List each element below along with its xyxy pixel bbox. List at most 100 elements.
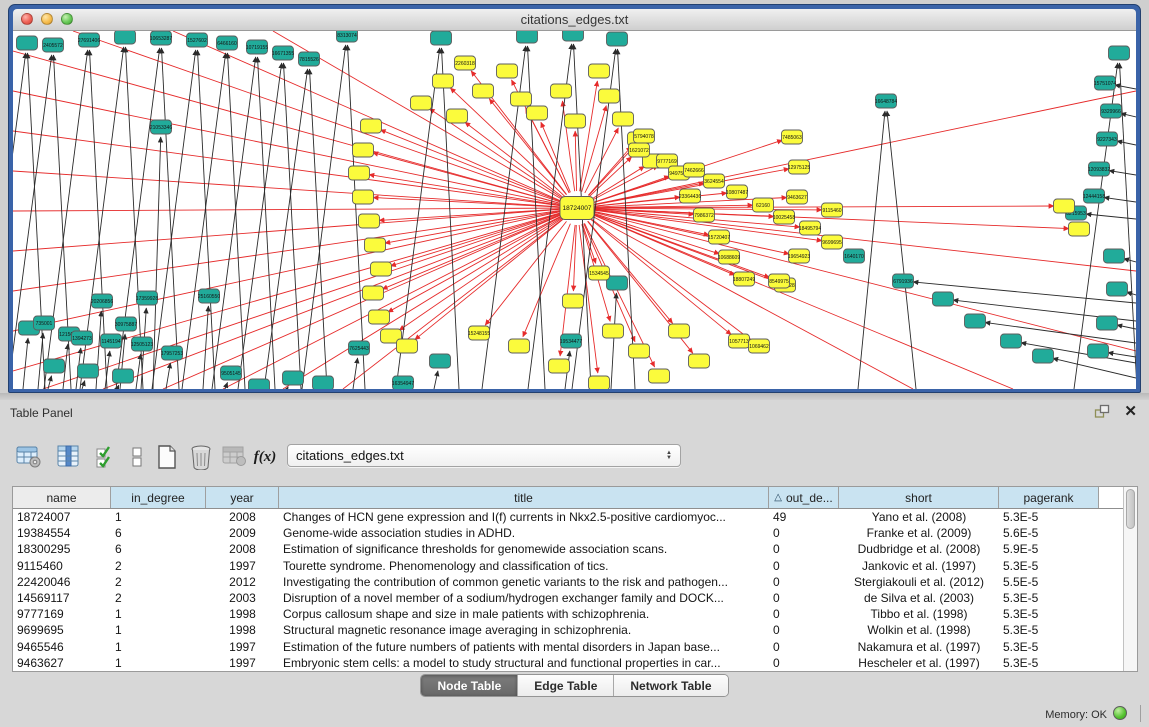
cell-name: 9463627 — [13, 656, 111, 670]
cell-short: Yano et al. (2008) — [839, 510, 999, 524]
svg-text:18724007: 18724007 — [563, 205, 592, 212]
svg-text:1394273: 1394273 — [72, 336, 92, 342]
zoom-window-button[interactable] — [61, 13, 73, 25]
select-all-columns-button[interactable] — [92, 442, 122, 472]
cell-short: Dudbridge et al. (2008) — [839, 542, 999, 556]
column-header-title[interactable]: title — [279, 487, 769, 508]
svg-text:23364436: 23364436 — [679, 194, 701, 200]
svg-text:6791936: 6791936 — [893, 279, 913, 285]
network-canvas[interactable]: 2405572276914061065328715276026466160107… — [13, 31, 1136, 389]
svg-text:19654923: 19654923 — [788, 254, 810, 260]
panel-divider[interactable] — [0, 393, 1149, 400]
svg-text:19534477: 19534477 — [560, 339, 582, 345]
float-panel-icon[interactable] — [1094, 404, 1110, 419]
svg-text:18807249: 18807249 — [733, 277, 755, 283]
table-row[interactable]: 2242004622012Investigating the contribut… — [13, 574, 1137, 590]
cell-name: 19384554 — [13, 526, 111, 540]
table-row[interactable]: 946554611997Estimation of the future num… — [13, 639, 1137, 655]
table-scrollbar[interactable] — [1123, 487, 1137, 671]
svg-text:12093832: 12093832 — [1088, 167, 1110, 173]
cell-pagerank: 5.5E-5 — [999, 575, 1099, 589]
table-row[interactable]: 969969511998Structural magnetic resonanc… — [13, 622, 1137, 638]
cell-year: 1998 — [206, 623, 279, 637]
cell-in_degree: 2 — [111, 591, 206, 605]
table-toolbar: f(x) citations_edges.txt ▲▼ — [0, 434, 1149, 482]
svg-text:9329966: 9329966 — [1101, 109, 1121, 115]
svg-text:1621072: 1621072 — [629, 148, 649, 154]
svg-text:21053346: 21053346 — [150, 125, 172, 131]
cell-pagerank: 5.3E-5 — [999, 591, 1099, 605]
delete-table-button[interactable] — [220, 442, 250, 472]
table-row[interactable]: 1938455462009Genome-wide association stu… — [13, 525, 1137, 541]
svg-text:5794078: 5794078 — [634, 134, 654, 140]
column-header-pagerank[interactable]: pagerank — [999, 487, 1099, 508]
cell-year: 2012 — [206, 575, 279, 589]
table-row[interactable]: 1872400712008Changes of HCN gene express… — [13, 509, 1137, 525]
cell-title: Tourette syndrome. Phenomenology and cla… — [279, 559, 769, 573]
cell-year: 2009 — [206, 526, 279, 540]
table-row[interactable]: 977716911998Corpus callosum shape and si… — [13, 606, 1137, 622]
column-header-short[interactable]: short — [839, 487, 999, 508]
memory-ok-indicator[interactable] — [1113, 706, 1127, 720]
svg-text:9115460: 9115460 — [822, 208, 841, 214]
svg-text:2405572: 2405572 — [43, 43, 63, 49]
cell-name: 9465546 — [13, 640, 111, 654]
table-row[interactable]: 946362711997Embryonic stem cells: a mode… — [13, 655, 1137, 671]
column-header-name[interactable]: name — [13, 487, 111, 508]
dropdown-stepper-icon: ▲▼ — [666, 451, 672, 461]
svg-text:2260318: 2260318 — [455, 61, 475, 67]
svg-text:1057713: 1057713 — [729, 339, 749, 345]
cell-pagerank: 5.3E-5 — [999, 640, 1099, 654]
svg-text:1534545: 1534545 — [589, 271, 609, 277]
cell-name: 9777169 — [13, 607, 111, 621]
create-column-button[interactable] — [152, 442, 182, 472]
svg-text:25160550: 25160550 — [198, 294, 220, 300]
tab-edge-table[interactable]: Edge Table — [518, 675, 614, 696]
svg-text:15751074: 15751074 — [1094, 81, 1116, 87]
table-row[interactable]: 911546021997Tourette syndrome. Phenomeno… — [13, 558, 1137, 574]
cell-name: 22420046 — [13, 575, 111, 589]
tab-network-table[interactable]: Network Table — [614, 675, 727, 696]
node-table: name in_degreeyeartitle△out_de...shortpag… — [12, 486, 1138, 672]
svg-text:1145194: 1145194 — [101, 339, 120, 345]
column-header-out_degree[interactable]: △out_de... — [769, 487, 839, 508]
column-header-year[interactable]: year — [206, 487, 279, 508]
cell-in_degree: 1 — [111, 656, 206, 670]
cell-short: Nakamura et al. (1997) — [839, 640, 999, 654]
table-select-dropdown[interactable]: citations_edges.txt ▲▼ — [287, 444, 681, 467]
column-header-in_degree[interactable]: in_degree — [111, 487, 206, 508]
table-row[interactable]: 1830029562008Estimation of significance … — [13, 541, 1137, 557]
delete-column-button[interactable] — [186, 442, 216, 472]
svg-text:10688609: 10688609 — [718, 255, 740, 261]
cell-pagerank: 5.3E-5 — [999, 623, 1099, 637]
cell-title: Genome-wide association studies in ADHD. — [279, 526, 769, 540]
cell-in_degree: 1 — [111, 607, 206, 621]
table-body: 1872400712008Changes of HCN gene express… — [13, 509, 1137, 671]
cell-pagerank: 5.9E-5 — [999, 542, 1099, 556]
close-panel-icon[interactable]: ✕ — [1124, 405, 1137, 419]
svg-text:10653287: 10653287 — [150, 36, 172, 42]
svg-text:15720407: 15720407 — [708, 235, 730, 241]
svg-text:10025458: 10025458 — [773, 215, 795, 221]
scrollbar-thumb[interactable] — [1126, 489, 1135, 529]
cell-short: Wolkin et al. (1998) — [839, 623, 999, 637]
cell-year: 1997 — [206, 640, 279, 654]
network-graph[interactable]: 2405572276914061065328715276026466160107… — [13, 31, 1136, 389]
column-header-filler[interactable] — [1099, 487, 1125, 508]
cell-year: 1997 — [206, 656, 279, 670]
cell-out_degree: 0 — [769, 607, 839, 621]
tab-node-table[interactable]: Node Table — [421, 675, 518, 696]
unselect-all-columns-button[interactable] — [122, 442, 152, 472]
table-row[interactable]: 1456911722003Disruption of a novel membe… — [13, 590, 1137, 606]
function-builder-button[interactable]: f(x) — [250, 442, 280, 472]
network-window-titlebar[interactable]: citations_edges.txt — [13, 9, 1136, 31]
column-header-label: name — [46, 491, 76, 505]
cytoscape-app: citations_edges.txt 24055722769140610653… — [0, 0, 1149, 727]
svg-text:9777169: 9777169 — [657, 159, 677, 165]
minimize-window-button[interactable] — [41, 13, 53, 25]
svg-text:16671355: 16671355 — [272, 51, 294, 57]
close-window-button[interactable] — [21, 13, 33, 25]
table-options-button[interactable] — [14, 442, 44, 472]
svg-text:17359928: 17359928 — [136, 296, 158, 302]
show-columns-button[interactable] — [54, 442, 84, 472]
